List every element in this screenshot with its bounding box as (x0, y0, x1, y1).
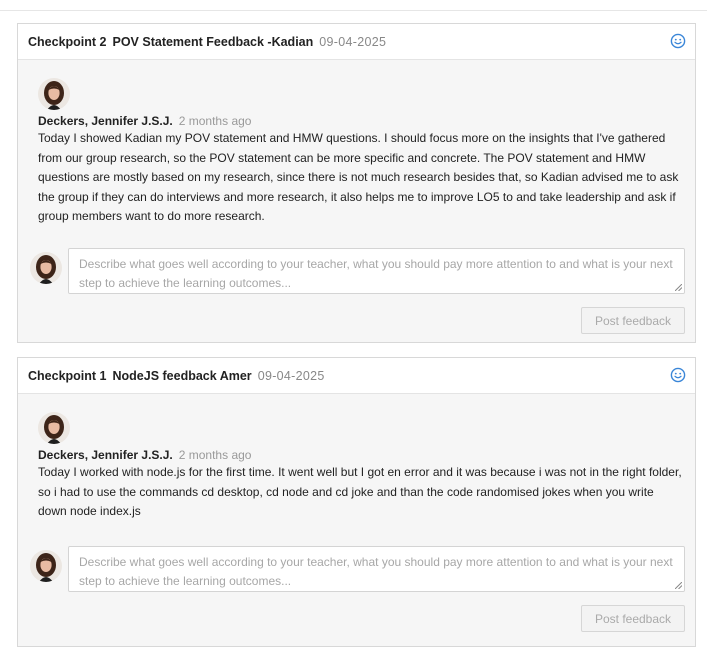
top-divider (0, 10, 707, 11)
comment: Deckers, Jennifer J.S.J. 2 months ago Tod… (18, 60, 695, 227)
post-feedback-button[interactable]: Post feedback (581, 307, 685, 334)
checkpoint-name: POV Statement Feedback -Kadian (112, 34, 314, 49)
checkpoint-card: Checkpoint 1 NodeJS feedback Amer 09-04-… (17, 357, 696, 647)
checkpoint-header: Checkpoint 1 NodeJS feedback Amer 09-04-… (18, 358, 695, 394)
checkpoint-date: 09-04-2025 (257, 368, 325, 383)
avatar (38, 78, 70, 110)
comment: Deckers, Jennifer J.S.J. 2 months ago Tod… (18, 394, 695, 522)
smiley-icon[interactable] (670, 33, 686, 49)
checkpoint-title: Checkpoint 2 (28, 34, 107, 49)
avatar (30, 252, 62, 284)
comment-time: 2 months ago (178, 448, 252, 462)
reply-row (30, 546, 685, 592)
smiley-icon[interactable] (670, 367, 686, 383)
comment-text: Today I showed Kadian my POV statement a… (38, 131, 679, 223)
checkpoint-title: Checkpoint 1 (28, 368, 107, 383)
checkpoint-name: NodeJS feedback Amer (112, 368, 252, 383)
comment-time: 2 months ago (178, 114, 252, 128)
post-feedback-button[interactable]: Post feedback (581, 605, 685, 632)
avatar (38, 412, 70, 444)
checkpoint-card: Checkpoint 2 POV Statement Feedback -Kad… (17, 23, 696, 343)
avatar (30, 550, 62, 582)
comment-text: Today I worked with node.js for the firs… (38, 465, 682, 518)
comment-author: Deckers, Jennifer J.S.J. (38, 114, 173, 128)
comment-author: Deckers, Jennifer J.S.J. (38, 448, 173, 462)
feedback-input[interactable] (68, 248, 685, 294)
checkpoint-header: Checkpoint 2 POV Statement Feedback -Kad… (18, 24, 695, 60)
reply-row (30, 248, 685, 294)
checkpoint-date: 09-04-2025 (319, 34, 387, 49)
feedback-input[interactable] (68, 546, 685, 592)
